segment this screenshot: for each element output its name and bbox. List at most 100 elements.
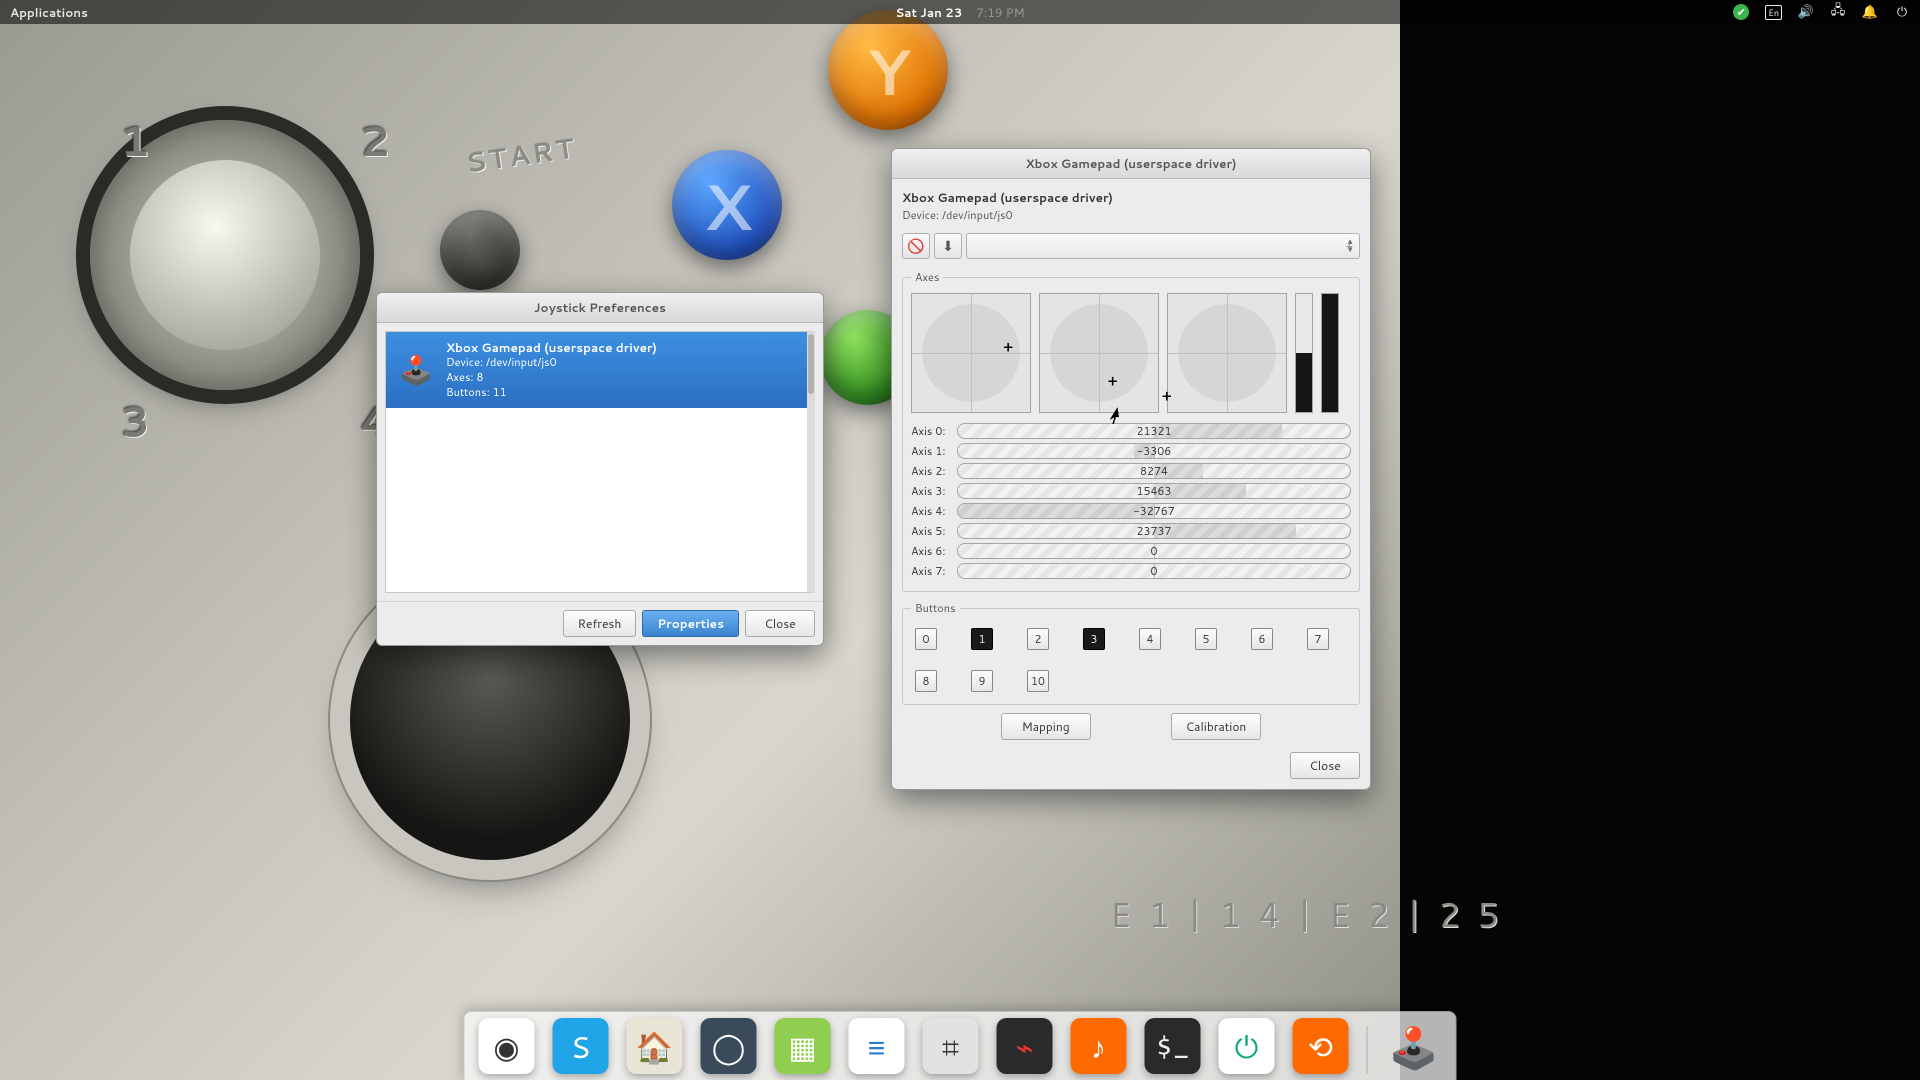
properties-button[interactable]: Properties xyxy=(642,610,739,637)
gamepad-button-0: 0 xyxy=(915,628,937,650)
device-buttons: Buttons: 11 xyxy=(446,385,657,400)
device-path: Device: /dev/input/js0 xyxy=(902,207,1013,223)
wallpaper-start-label: START xyxy=(463,127,579,182)
axis-row: Axis 3: 15463 xyxy=(911,483,1351,499)
axis-bar: 8274 xyxy=(957,463,1351,479)
axis-row: Axis 4: -32767 xyxy=(911,503,1351,519)
dock-app-calendar[interactable]: ▦ xyxy=(775,1018,831,1074)
joystick-preferences-window: Joystick Preferences 🕹️ Xbox Gamepad (us… xyxy=(376,292,824,646)
gamepad-button-1: 1 xyxy=(971,628,993,650)
dock-app-terminal[interactable]: $_ xyxy=(1145,1018,1201,1074)
device-list-item[interactable]: 🕹️ Xbox Gamepad (userspace driver) Devic… xyxy=(386,332,807,408)
disable-button[interactable]: 🚫 xyxy=(902,233,930,259)
wallpaper-x-button: X xyxy=(672,150,782,260)
panel-time: 7:19 PM xyxy=(976,4,1024,21)
axis-value: -3306 xyxy=(958,444,1350,458)
gamepad-button-5: 5 xyxy=(1195,628,1217,650)
notifications-icon[interactable]: 🔔 xyxy=(1862,4,1878,20)
volume-icon[interactable]: 🔊 xyxy=(1798,4,1814,20)
axis-label: Axis 2: xyxy=(911,463,951,479)
dock: ◉ S 🏠 ◯ ▦ ≡ ⌗ ⌁ ♪ $_ ⏻ ⟲ 🕹️ xyxy=(464,1011,1457,1080)
updates-ready-icon[interactable]: ✔ xyxy=(1733,4,1749,20)
dock-app-music[interactable]: ♪ xyxy=(1071,1018,1127,1074)
mouse-cursor xyxy=(1112,408,1124,426)
dock-app-jstest[interactable]: 🕹️ xyxy=(1386,1018,1442,1074)
dock-app-devtool[interactable]: ⌁ xyxy=(997,1018,1053,1074)
axis-cross-1: + xyxy=(1108,375,1120,387)
axis-xy-2: + xyxy=(1167,293,1287,413)
axes-label: Axes xyxy=(911,269,943,285)
power-icon[interactable]: ⏻ xyxy=(1894,4,1910,20)
axis-value: 8274 xyxy=(958,464,1350,478)
axis-row: Axis 0: 21321 xyxy=(911,423,1351,439)
axis-bar: 23737 xyxy=(957,523,1351,539)
axis-row: Axis 7: 0 xyxy=(911,563,1351,579)
axis-label: Axis 5: xyxy=(911,523,951,539)
axis-label: Axis 6: xyxy=(911,543,951,559)
profile-select[interactable]: ▲▼ xyxy=(966,233,1360,259)
axis-xy-0: + xyxy=(911,293,1031,413)
network-icon[interactable]: 🖧 xyxy=(1830,4,1846,20)
applications-menu[interactable]: Applications xyxy=(10,4,88,21)
dock-app-calculator[interactable]: ⌗ xyxy=(923,1018,979,1074)
axis-value: 21321 xyxy=(958,424,1350,438)
gamepad-button-2: 2 xyxy=(1027,628,1049,650)
axis-row: Axis 2: 8274 xyxy=(911,463,1351,479)
panel-clock[interactable]: Sat Jan 23 7:19 PM xyxy=(895,4,1024,21)
axis-value: -32767 xyxy=(958,504,1350,518)
axis-value: 0 xyxy=(958,564,1350,578)
window-title[interactable]: Joystick Preferences xyxy=(377,293,823,323)
gamepad-button-6: 6 xyxy=(1251,628,1273,650)
dock-separator xyxy=(1367,1026,1368,1074)
axis-cross-2: + xyxy=(1162,390,1174,402)
axis-label: Axis 4: xyxy=(911,503,951,519)
device-path: Device: /dev/input/js0 xyxy=(446,355,657,370)
axis-value: 0 xyxy=(958,544,1350,558)
axis-row: Axis 5: 23737 xyxy=(911,523,1351,539)
wallpaper-y-button: Y xyxy=(828,10,948,130)
axis-bar: 21321 xyxy=(957,423,1351,439)
gamepad-button-4: 4 xyxy=(1139,628,1161,650)
window-title[interactable]: Xbox Gamepad (userspace driver) xyxy=(892,149,1370,179)
axis-row: Axis 1: -3306 xyxy=(911,443,1351,459)
keyboard-layout-indicator[interactable]: En xyxy=(1765,5,1782,20)
dock-app-libreoffice[interactable]: ≡ xyxy=(849,1018,905,1074)
axis-label: Axis 7: xyxy=(911,563,951,579)
gamepad-button-8: 8 xyxy=(915,670,937,692)
close-button[interactable]: Close xyxy=(1290,752,1360,779)
axis-xy-1: + xyxy=(1039,293,1159,413)
device-list[interactable]: 🕹️ Xbox Gamepad (userspace driver) Devic… xyxy=(385,331,815,593)
axis-label: Axis 0: xyxy=(911,423,951,439)
dock-app-chrome[interactable]: ◉ xyxy=(479,1018,535,1074)
buttons-group: Buttons 012345678910 xyxy=(902,600,1360,705)
system-tray: ✔ En 🔊 🖧 🔔 ⏻ xyxy=(1733,4,1910,20)
close-button[interactable]: Close xyxy=(745,610,815,637)
mapping-button[interactable]: Mapping xyxy=(1001,713,1091,740)
axis-bar: -32767 xyxy=(957,503,1351,519)
axis-bar: 0 xyxy=(957,543,1351,559)
dock-app-steam[interactable]: ◯ xyxy=(701,1018,757,1074)
axis-value: 23737 xyxy=(958,524,1350,538)
axis-bar: 15463 xyxy=(957,483,1351,499)
device-name: Xbox Gamepad (userspace driver) xyxy=(446,340,657,355)
dock-app-updater[interactable]: ⟲ xyxy=(1293,1018,1349,1074)
buttons-label: Buttons xyxy=(911,600,960,616)
axis-cross-0: + xyxy=(1003,341,1015,353)
dock-app-files[interactable]: 🏠 xyxy=(627,1018,683,1074)
device-name: Xbox Gamepad (userspace driver) xyxy=(902,189,1113,206)
wallpaper-back-button xyxy=(440,210,520,290)
dock-app-tweaks[interactable]: ⏻ xyxy=(1219,1018,1275,1074)
calibration-button[interactable]: Calibration xyxy=(1171,713,1262,740)
axis-label: Axis 3: xyxy=(911,483,951,499)
gamepad-button-10: 10 xyxy=(1027,670,1049,692)
axis-label: Axis 1: xyxy=(911,443,951,459)
dock-app-skype[interactable]: S xyxy=(553,1018,609,1074)
axes-group: Axes +++ Axis 0:21321Axis 1:-3306Axis 2:… xyxy=(902,269,1360,592)
gamepad-properties-window: Xbox Gamepad (userspace driver) Xbox Gam… xyxy=(891,148,1371,790)
save-profile-button[interactable]: ⬇ xyxy=(934,233,962,259)
joystick-icon: 🕹️ xyxy=(396,350,436,390)
gamepad-button-3: 3 xyxy=(1083,628,1105,650)
wallpaper-serial: E 1 | 1 4 | E 2 | 2 5 xyxy=(1110,890,1503,938)
refresh-button[interactable]: Refresh xyxy=(563,610,637,637)
panel-date: Sat Jan 23 xyxy=(895,4,962,21)
